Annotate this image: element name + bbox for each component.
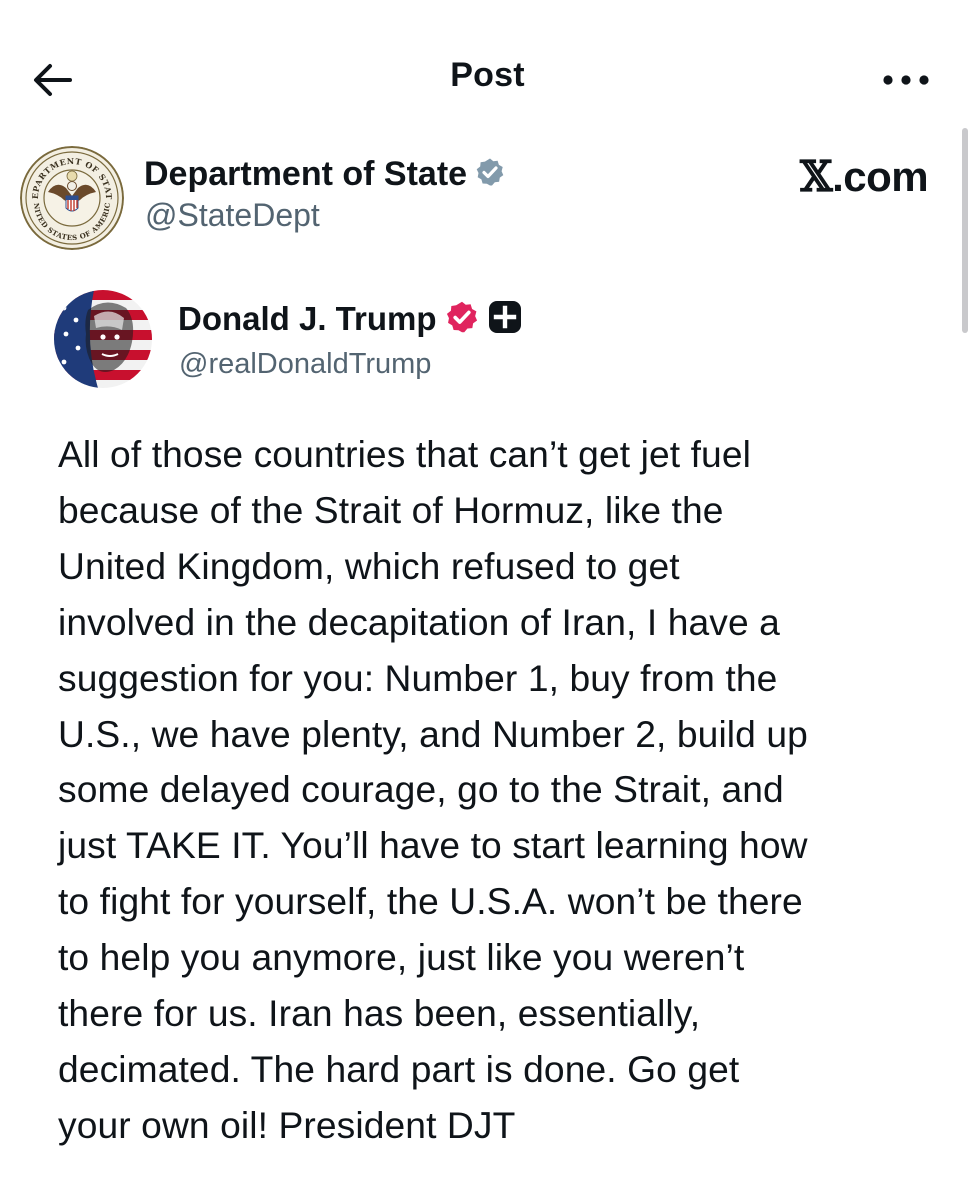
- state-dept-avatar[interactable]: DEPARTMENT OF STATE UNITED STATES OF AME…: [20, 146, 124, 250]
- plus-square-icon: [487, 299, 523, 340]
- avatar-portrait-icon: [54, 290, 152, 388]
- account-name[interactable]: Department of State: [144, 155, 467, 194]
- x-com-watermark: 𝕏.com: [800, 152, 929, 201]
- more-horizontal-icon: [883, 75, 929, 85]
- top-bar: Post: [0, 40, 975, 120]
- post-author-row: Donald J. Trump: [178, 296, 523, 342]
- post-body-line: involved in the decapitation of Iran, I …: [58, 600, 780, 643]
- post-body-line: just TAKE IT. You’ll have to start learn…: [58, 824, 808, 867]
- trump-avatar[interactable]: [54, 290, 152, 388]
- state-department-seal-icon: DEPARTMENT OF STATE UNITED STATES OF AME…: [20, 146, 124, 250]
- post-body-line: there for us. Iran has been, essentially…: [58, 992, 701, 1035]
- verified-badge-icon: [475, 157, 505, 192]
- post-body-line: because of the Strait of Hormuz, like th…: [58, 488, 724, 531]
- more-button[interactable]: [876, 62, 936, 98]
- account-name-row: Department of State: [144, 152, 505, 196]
- post-body: All of those countries that can’t get je…: [58, 427, 938, 1154]
- post-body-line: U.S., we have plenty, and Number 2, buil…: [58, 712, 808, 755]
- post-body-line: decimated. The hard part is done. Go get: [58, 1047, 740, 1090]
- x-logo-icon: 𝕏: [800, 152, 833, 201]
- post-author-name[interactable]: Donald J. Trump: [178, 300, 437, 338]
- post-body-line: your own oil! President DJT: [58, 1103, 516, 1146]
- page-title: Post: [450, 56, 525, 94]
- post-author-handle[interactable]: @realDonaldTrump: [179, 348, 431, 381]
- post-body-line: some delayed courage, go to the Strait, …: [58, 768, 784, 811]
- post-body-line: suggestion for you: Number 1, buy from t…: [58, 656, 778, 699]
- post-body-line: All of those countries that can’t get je…: [58, 433, 751, 475]
- post-body-line: to help you anymore, just like you weren…: [58, 936, 745, 979]
- scrollbar[interactable]: [962, 128, 968, 333]
- account-handle[interactable]: @StateDept: [145, 197, 320, 234]
- verified-badge-icon: [445, 300, 479, 339]
- watermark-text: .com: [832, 153, 929, 200]
- post-body-line: United Kingdom, which refused to get: [58, 544, 680, 587]
- post-body-line: to fight for yourself, the U.S.A. won’t …: [58, 880, 803, 923]
